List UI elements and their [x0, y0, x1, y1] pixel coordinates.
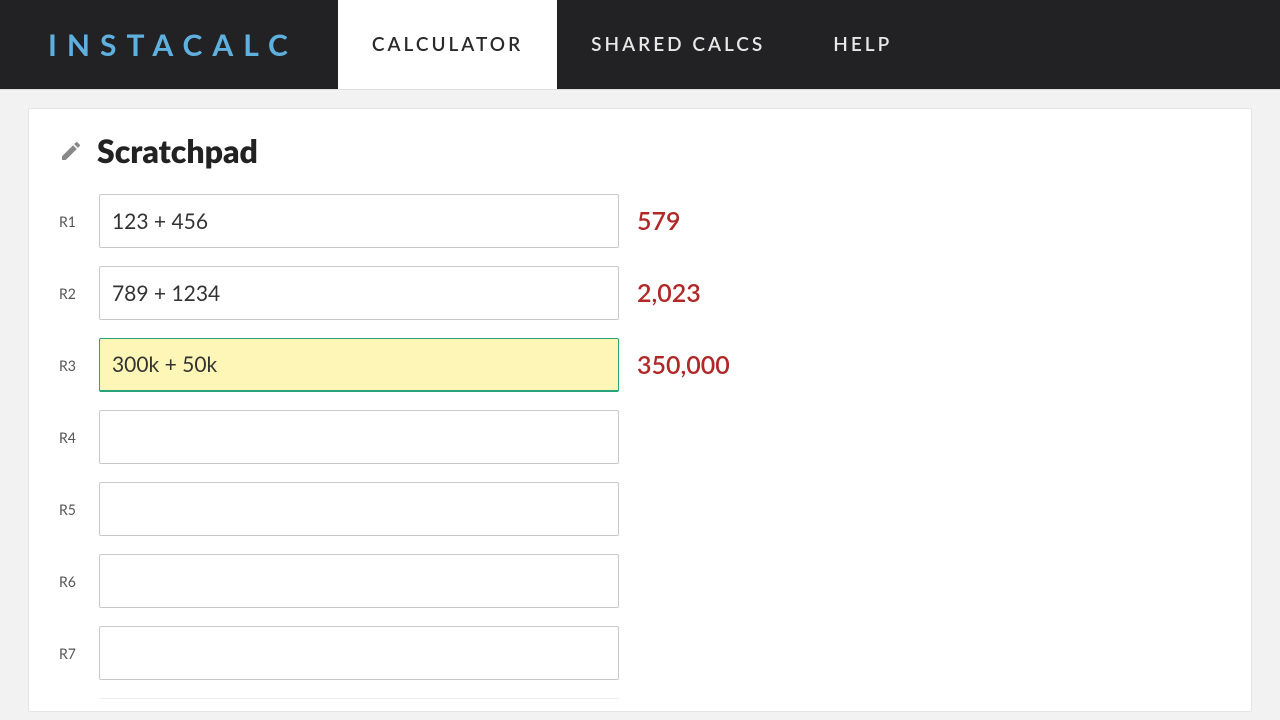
row-label: R6 [59, 573, 99, 590]
expression-input[interactable] [99, 410, 619, 464]
calc-row: R3 350,000 [59, 338, 1221, 392]
row-label: R4 [59, 429, 99, 446]
result-value: 2,023 [637, 278, 701, 308]
expression-input[interactable] [99, 626, 619, 680]
result-value: 350,000 [637, 350, 730, 380]
calc-row: R5 [59, 482, 1221, 536]
row-label: R5 [59, 501, 99, 518]
row-label: R7 [59, 645, 99, 662]
divider [99, 698, 619, 699]
expression-input[interactable] [99, 194, 619, 248]
row-label: R3 [59, 357, 99, 374]
expression-input[interactable] [99, 482, 619, 536]
nav-help[interactable]: HELP [799, 0, 926, 89]
calc-row: R6 [59, 554, 1221, 608]
calc-row: R1 579 [59, 194, 1221, 248]
app-header: INSTACALC CALCULATOR SHARED CALCS HELP [0, 0, 1280, 90]
expression-input[interactable] [99, 554, 619, 608]
page-title: Scratchpad [97, 131, 258, 170]
calc-row: R7 [59, 626, 1221, 680]
pencil-icon[interactable] [59, 139, 83, 163]
scratchpad-card: Scratchpad R1 579 R2 2,023 R3 350,000 R4 [28, 108, 1252, 712]
main-area: Scratchpad R1 579 R2 2,023 R3 350,000 R4 [0, 90, 1280, 712]
calc-row: R2 2,023 [59, 266, 1221, 320]
expression-input[interactable] [99, 266, 619, 320]
row-label: R2 [59, 285, 99, 302]
title-row: Scratchpad [59, 131, 1221, 170]
nav-calculator[interactable]: CALCULATOR [338, 0, 557, 89]
nav-shared-calcs[interactable]: SHARED CALCS [557, 0, 799, 89]
expression-input[interactable] [99, 338, 619, 392]
calc-row: R4 [59, 410, 1221, 464]
row-label: R1 [59, 213, 99, 230]
result-value: 579 [637, 206, 681, 236]
nav: CALCULATOR SHARED CALCS HELP [338, 0, 926, 89]
logo[interactable]: INSTACALC [0, 0, 338, 89]
